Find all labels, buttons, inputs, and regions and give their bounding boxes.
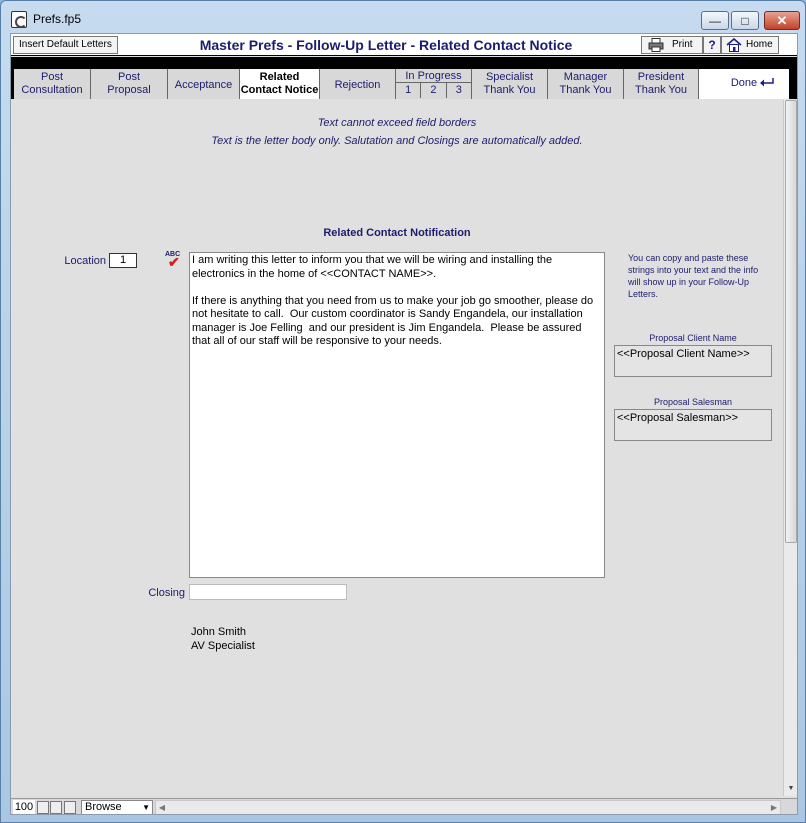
help-button[interactable]: ? (703, 36, 721, 54)
tab-president-thank-you[interactable]: President Thank You (624, 69, 699, 99)
tab-related-contact-notice[interactable]: Related Contact Notice (240, 69, 320, 99)
status-bar: 100 Browse ▼ ◀ ▶ (11, 798, 797, 814)
field-border-note: Text cannot exceed field borders (317, 117, 477, 129)
tab-in-progress: In Progress 1 2 3 (396, 69, 472, 99)
closing-label: Closing (148, 587, 185, 599)
tab-label-line: Acceptance (174, 79, 233, 91)
tab-rejection[interactable]: Rejection (320, 69, 396, 99)
letter-body-field[interactable]: I am writing this letter to inform you t… (189, 252, 605, 578)
print-label: Print (672, 39, 693, 50)
mode-select[interactable]: Browse ▼ (81, 800, 153, 814)
tab-label-line: Thank You (483, 84, 536, 96)
in-progress-label: In Progress (396, 69, 471, 83)
tab-label-line: Thank You (635, 84, 687, 96)
scroll-left-icon[interactable]: ◀ (156, 801, 168, 814)
zoom-in-icon[interactable] (50, 801, 62, 814)
scroll-right-icon[interactable]: ▶ (768, 801, 780, 814)
tab-post-consultation[interactable]: Post Consultation (14, 69, 91, 99)
minimize-button[interactable]: — (701, 11, 729, 30)
close-icon: ✕ (776, 13, 788, 28)
maximize-button[interactable]: □ (731, 11, 759, 30)
horizontal-scrollbar[interactable]: ◀ ▶ (155, 800, 781, 814)
status-area-toggle-icon[interactable] (64, 801, 76, 814)
tab-label-line: President (637, 71, 685, 83)
proposal-client-name-field[interactable]: <<Proposal Client Name>> (614, 345, 772, 377)
top-toolbar: Insert Default Letters Master Prefs - Fo… (11, 34, 797, 56)
minimize-icon: — (709, 14, 721, 28)
zoom-out-icon[interactable] (37, 801, 49, 814)
location-field[interactable]: 1 (109, 253, 137, 268)
vertical-scrollbar[interactable]: ▼ (783, 100, 797, 796)
home-button[interactable]: Home (721, 36, 779, 54)
tab-label-line: Post (117, 71, 140, 83)
app-window: Prefs.fp5 — □ ✕ Insert Default Letters M… (0, 0, 806, 823)
tab-in-progress-3[interactable]: 3 (447, 83, 471, 98)
tab-specialist-thank-you[interactable]: Specialist Thank You (472, 69, 548, 99)
insert-default-letters-button[interactable]: Insert Default Letters (13, 36, 118, 54)
tab-manager-thank-you[interactable]: Manager Thank You (548, 69, 624, 99)
checkmark-icon: ✔ (168, 254, 180, 270)
scroll-down-icon[interactable]: ▼ (785, 782, 797, 796)
done-label: Done (730, 77, 758, 89)
home-label: Home (746, 39, 773, 50)
return-arrow-icon (760, 78, 774, 87)
closing-field[interactable] (189, 584, 347, 600)
chevron-down-icon: ▼ (142, 803, 150, 812)
printer-icon (648, 38, 664, 52)
maximize-icon: □ (741, 14, 749, 28)
layout-area: Insert Default Letters Master Prefs - Fo… (10, 33, 798, 815)
tab-label-line: Proposal (107, 84, 151, 96)
tab-label-line: Post (40, 71, 63, 83)
tab-label-line: Rejection (334, 79, 381, 91)
app-icon (11, 11, 27, 28)
signature-title: AV Specialist (191, 640, 255, 652)
proposal-salesman-label: Proposal Salesman (653, 397, 733, 407)
close-button[interactable]: ✕ (764, 11, 800, 30)
scroll-thumb[interactable] (785, 100, 797, 543)
proposal-client-name-label: Proposal Client Name (649, 333, 737, 343)
tab-in-progress-2[interactable]: 2 (421, 83, 447, 98)
spellcheck-icon[interactable]: ABC ✔ (165, 251, 183, 269)
done-button[interactable]: Done (699, 69, 789, 99)
window-title: Prefs.fp5 (33, 12, 82, 26)
form-body: Text cannot exceed field borders Text is… (11, 100, 783, 796)
tab-label-line: Manager (563, 71, 608, 83)
location-label: Location (64, 255, 106, 267)
tab-label-line: Consultation (21, 84, 83, 96)
tab-label-line: Thank You (559, 84, 612, 96)
tab-post-proposal[interactable]: Post Proposal (91, 69, 168, 99)
letter-tabs: Post Consultation Post Proposal Acceptan… (11, 57, 797, 99)
home-icon (726, 38, 742, 52)
title-bar: Prefs.fp5 — □ ✕ (1, 1, 805, 33)
tab-in-progress-1[interactable]: 1 (396, 83, 422, 98)
tab-label-line: Contact Notice (240, 84, 319, 96)
in-progress-steps: 1 2 3 (396, 83, 471, 98)
tab-acceptance[interactable]: Acceptance (168, 69, 240, 99)
tab-label-line: Specialist (485, 71, 534, 83)
print-button[interactable]: Print (641, 36, 703, 54)
copy-paste-help: You can copy and paste these strings int… (628, 253, 759, 299)
page-title: Master Prefs - Follow-Up Letter - Relate… (199, 37, 573, 53)
section-title: Related Contact Notification (323, 227, 471, 239)
letter-body-note: Text is the letter body only. Salutation… (211, 135, 583, 147)
signature-name: John Smith (191, 626, 247, 638)
zoom-level: 100 (13, 800, 35, 814)
proposal-salesman-field[interactable]: <<Proposal Salesman>> (614, 409, 772, 441)
mode-value: Browse (85, 801, 122, 813)
tab-label-line: Related (259, 71, 300, 83)
